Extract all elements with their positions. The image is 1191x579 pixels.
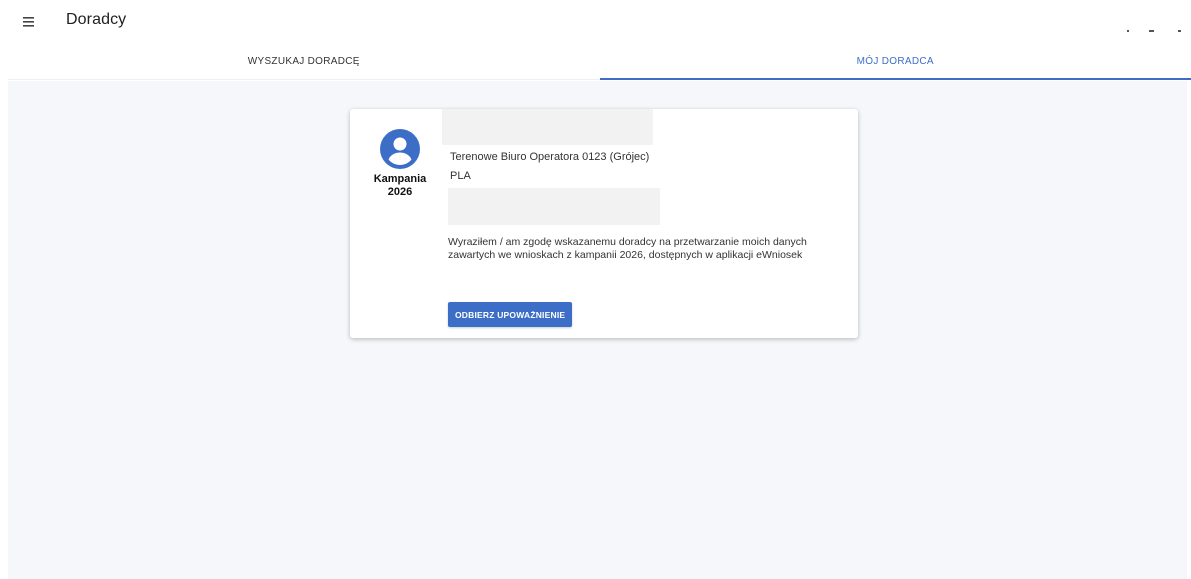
revoke-authorization-button[interactable]: ODBIERZ UPOWAŻNIENIE bbox=[448, 302, 573, 327]
account-circle-icon bbox=[380, 129, 420, 169]
advisor-office: Terenowe Biuro Operatora 0123 (Grójec) bbox=[450, 151, 650, 163]
toolbar-action-icon[interactable] bbox=[1178, 30, 1181, 32]
tab-label: WYSZUKAJ DORADCĘ bbox=[247, 56, 360, 67]
advisor-country: PLA bbox=[450, 170, 471, 182]
tab-label: MÓJ DORADCA bbox=[856, 56, 934, 67]
consent-text: Wyraziłem / am zgodę wskazanemu doradcy … bbox=[448, 236, 807, 261]
tab-search-advisor[interactable]: WYSZUKAJ DORADCĘ bbox=[8, 46, 600, 79]
redacted-advisor-contact bbox=[448, 188, 660, 225]
toolbar-actions[interactable] bbox=[1109, 22, 1181, 34]
redacted-advisor-name bbox=[442, 109, 653, 145]
toolbar-action-icon[interactable] bbox=[1127, 30, 1129, 32]
campaign-badge: Kampania 2026 bbox=[368, 129, 432, 199]
tab-my-advisor[interactable]: MÓJ DORADCA bbox=[599, 46, 1191, 80]
page-title: Doradcy bbox=[66, 11, 127, 28]
tab-bar: WYSZUKAJ DORADCĘ MÓJ DORADCA bbox=[8, 46, 1191, 80]
advisor-card: Kampania 2026 Terenowe Biuro Operatora 0… bbox=[350, 109, 858, 338]
toolbar-action-icon[interactable] bbox=[1149, 30, 1154, 32]
main-content: Kampania 2026 Terenowe Biuro Operatora 0… bbox=[8, 81, 1187, 579]
campaign-label: Kampania 2026 bbox=[373, 173, 427, 198]
app-bar: Doradcy bbox=[0, 0, 1191, 44]
menu-icon[interactable] bbox=[18, 10, 42, 34]
